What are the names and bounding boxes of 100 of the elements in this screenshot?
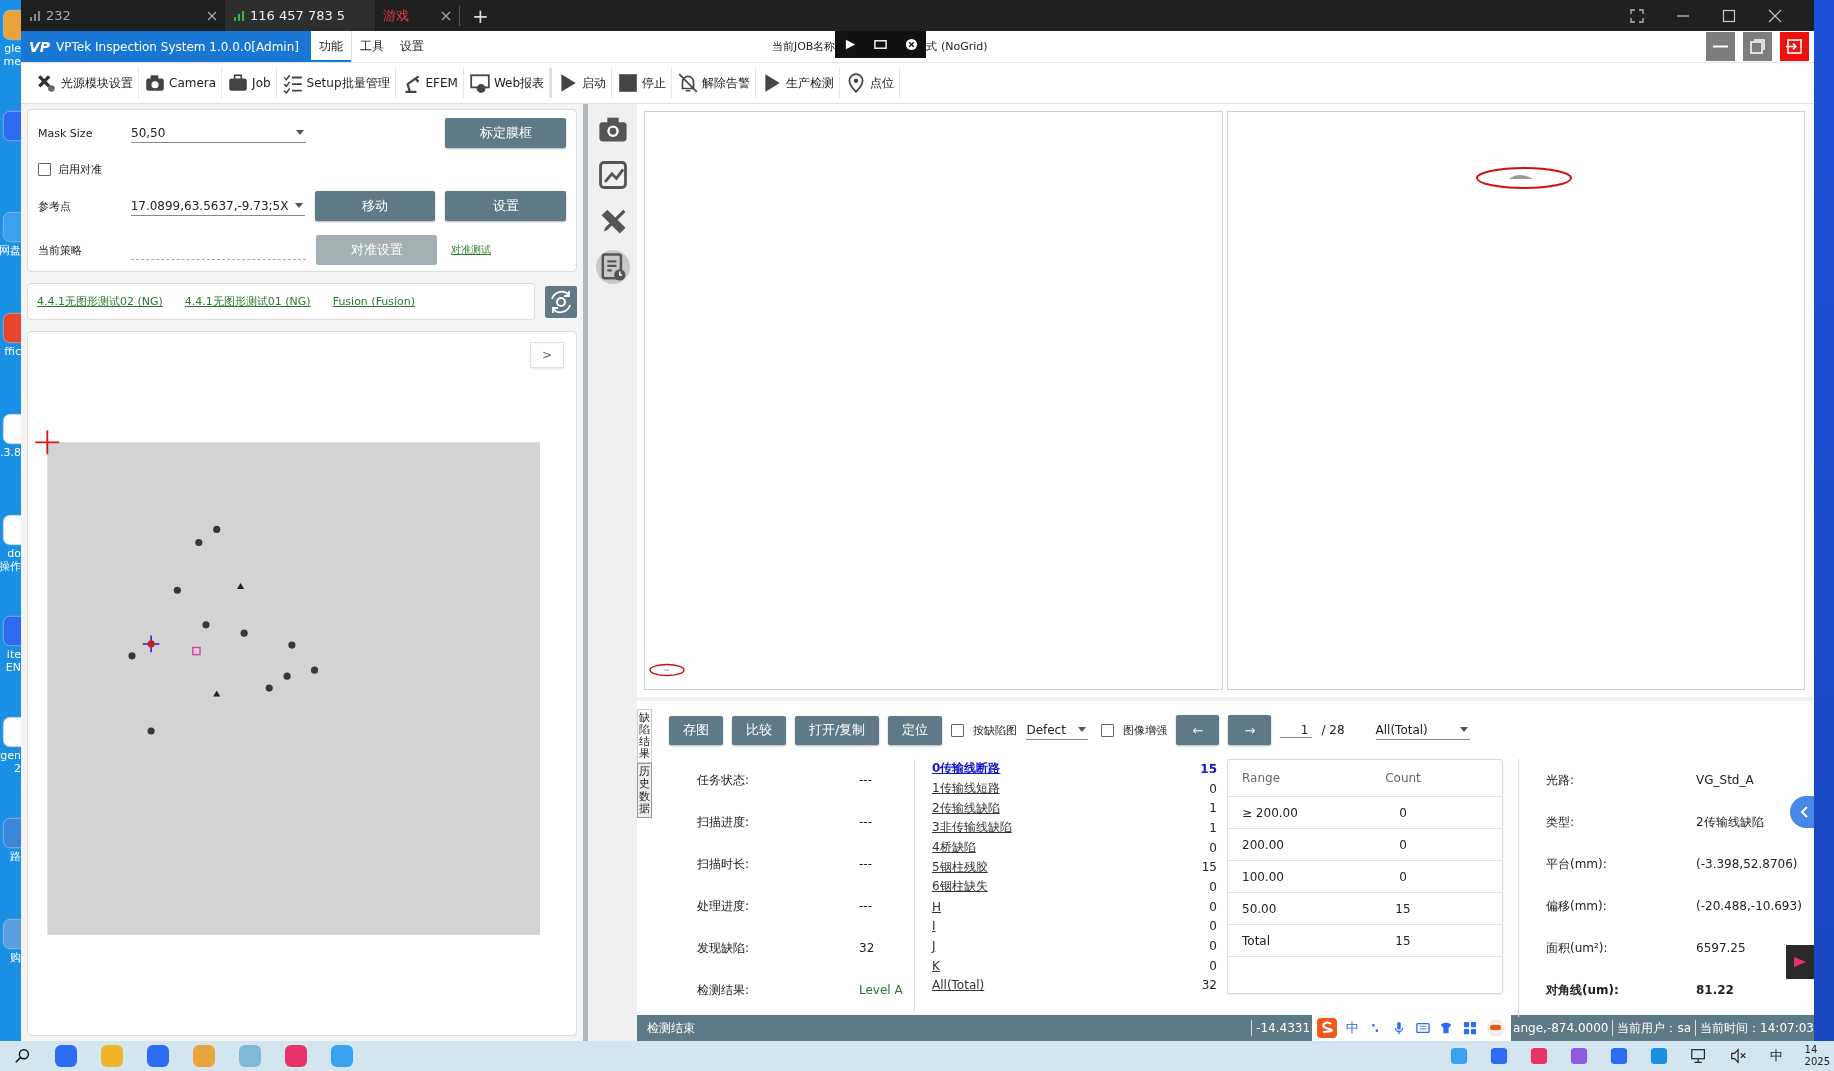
ime-mode[interactable]: 中 — [1346, 1019, 1360, 1037]
toolbar-button[interactable]: 点位 — [840, 67, 900, 99]
app-icon[interactable] — [1529, 1047, 1548, 1065]
expand-button[interactable]: > — [530, 342, 564, 368]
mascot-icon[interactable] — [1486, 1018, 1507, 1038]
field-label: 当前策略 — [38, 242, 83, 258]
table-cell-text: 15 — [1394, 933, 1412, 948]
defect-link[interactable]: 0传输线断路 — [932, 760, 1001, 778]
tools-icon — [36, 72, 58, 94]
keyboard-icon[interactable] — [1415, 1021, 1430, 1035]
checkbox[interactable] — [1101, 723, 1115, 737]
app-icon[interactable] — [284, 1044, 308, 1068]
filter-select[interactable]: All(Total) — [1375, 720, 1470, 740]
app-icon[interactable] — [1609, 1047, 1628, 1065]
action-button[interactable]: 比较 — [732, 715, 786, 745]
toolbar-button[interactable]: Setup批量管理 — [276, 67, 395, 99]
clock-date[interactable]: 2025 — [1804, 1056, 1830, 1068]
toolbar-button[interactable]: 停止 — [612, 67, 672, 99]
page-field[interactable]: 1 — [1280, 722, 1313, 738]
app-icon[interactable] — [146, 1044, 170, 1068]
toolbar-button[interactable]: 解除告警 — [672, 67, 756, 99]
vertical-tab[interactable]: 历史数据 — [637, 763, 652, 818]
new-tab-button[interactable]: + — [459, 5, 501, 26]
close-icon[interactable] — [441, 10, 451, 21]
action-button[interactable]: 打开/复制 — [795, 715, 880, 745]
browser-tab[interactable]: 116 457 783 5 — [225, 0, 375, 31]
toolbar-button[interactable]: 光源模块设置 — [31, 67, 138, 99]
checkbox[interactable] — [38, 163, 51, 176]
previous-button[interactable]: ← — [1176, 715, 1220, 745]
network-icon[interactable] — [1689, 1047, 1708, 1065]
app-icon[interactable] — [1569, 1047, 1588, 1065]
vertical-tab[interactable]: 缺陷结果 — [637, 709, 652, 764]
app-icon[interactable] — [1649, 1047, 1668, 1065]
grid-icon[interactable] — [1462, 1021, 1477, 1035]
maximize-icon[interactable] — [1722, 8, 1736, 23]
ime-indicator[interactable]: 中 — [1769, 1047, 1783, 1065]
defect-link[interactable]: H — [932, 899, 942, 914]
recipe-link[interactable]: 4.4.1无图形测试02 (NG) — [37, 294, 163, 309]
defect-link[interactable]: All(Total) — [932, 978, 985, 993]
defect-link[interactable]: 5铟柱残胶 — [932, 858, 988, 876]
menu-item[interactable]: 工具 — [351, 31, 392, 62]
toolbar-button[interactable]: EFEM — [395, 67, 463, 99]
defect-link[interactable]: 4桥缺陷 — [932, 839, 976, 857]
recipe-link[interactable]: 4.4.1无图形测试01 (NG) — [184, 294, 311, 309]
defect-link[interactable]: K — [932, 958, 940, 973]
mute-icon[interactable] — [1729, 1047, 1748, 1065]
detail-value: (-3.398,52.8706) — [1696, 857, 1798, 871]
fullscreen-icon[interactable] — [1630, 8, 1644, 23]
screen-icon[interactable] — [874, 38, 888, 51]
close-icon[interactable] — [207, 10, 217, 21]
desktop-label: 网盘 — [0, 244, 21, 257]
stop-icon — [617, 72, 640, 94]
restore-button[interactable] — [1743, 32, 1772, 61]
menu-item[interactable]: 功能 — [310, 31, 352, 62]
settings-button[interactable]: 设置 — [445, 191, 566, 221]
search-icon[interactable] — [14, 1047, 32, 1065]
toolbar-button[interactable]: Camera — [139, 67, 222, 99]
shirt-icon[interactable] — [1439, 1021, 1454, 1035]
toolbar-button[interactable]: 启动 — [552, 67, 612, 99]
close-icon[interactable] — [1768, 8, 1782, 23]
next-button[interactable]: → — [1228, 715, 1272, 745]
browser-tab[interactable]: 232 — [21, 0, 225, 31]
action-button[interactable]: 定位 — [888, 715, 943, 745]
reference-point-select[interactable]: 17.0899,63.5637,-9.73;5X — [130, 196, 305, 216]
input-method-icon[interactable] — [1316, 1018, 1337, 1038]
close-icon[interactable] — [904, 38, 918, 51]
status-message: 检测结束 — [646, 1019, 695, 1037]
defect-link[interactable]: J — [932, 939, 936, 954]
exit-button[interactable] — [1780, 32, 1809, 61]
tab-label: 232 — [46, 8, 72, 23]
defect-link[interactable]: 3非传输线缺陷 — [932, 819, 1012, 837]
move-button[interactable]: 移动 — [314, 191, 436, 221]
refresh-settings-button[interactable] — [545, 285, 577, 318]
menu-item[interactable]: 设置 — [391, 31, 432, 62]
defect-link[interactable]: 6铟柱缺失 — [932, 878, 988, 896]
defect-count: 15 — [1201, 860, 1217, 875]
signal-icon — [233, 9, 245, 22]
action-button[interactable]: 存图 — [669, 715, 723, 745]
flag-icon[interactable] — [844, 38, 858, 51]
recipe-link[interactable]: Fusion (Fusion) — [332, 295, 416, 308]
current-user: 当前用户：sa — [1617, 1019, 1692, 1037]
defect-link[interactable]: 2传输线缺陷 — [932, 799, 1000, 817]
alignment-test-link[interactable]: 对准测试 — [451, 243, 491, 257]
clock-time[interactable]: 14 — [1804, 1044, 1830, 1056]
minimize-button[interactable] — [1706, 32, 1735, 61]
checkbox[interactable] — [951, 723, 965, 737]
defect-link[interactable]: I — [932, 919, 936, 934]
caret-icon — [294, 203, 303, 208]
defect-count: 0 — [1209, 958, 1217, 973]
report-clock-icon[interactable] — [595, 250, 630, 284]
browser-tab[interactable]: 游戏 — [375, 0, 459, 31]
toolbar-button[interactable]: Web报表 — [463, 67, 550, 99]
defect-select[interactable]: Defect — [1026, 720, 1089, 740]
mask-size-select[interactable]: 50,50 — [131, 123, 306, 143]
toolbar-button[interactable]: 生产检测 — [756, 67, 840, 99]
calibrate-button[interactable]: 标定膜框 — [445, 118, 566, 148]
defect-link[interactable]: 1传输线短路 — [932, 780, 1000, 798]
collapse-button[interactable] — [1790, 796, 1814, 828]
toolbar-button[interactable]: Job — [222, 67, 276, 99]
app-icon[interactable] — [1786, 945, 1814, 979]
